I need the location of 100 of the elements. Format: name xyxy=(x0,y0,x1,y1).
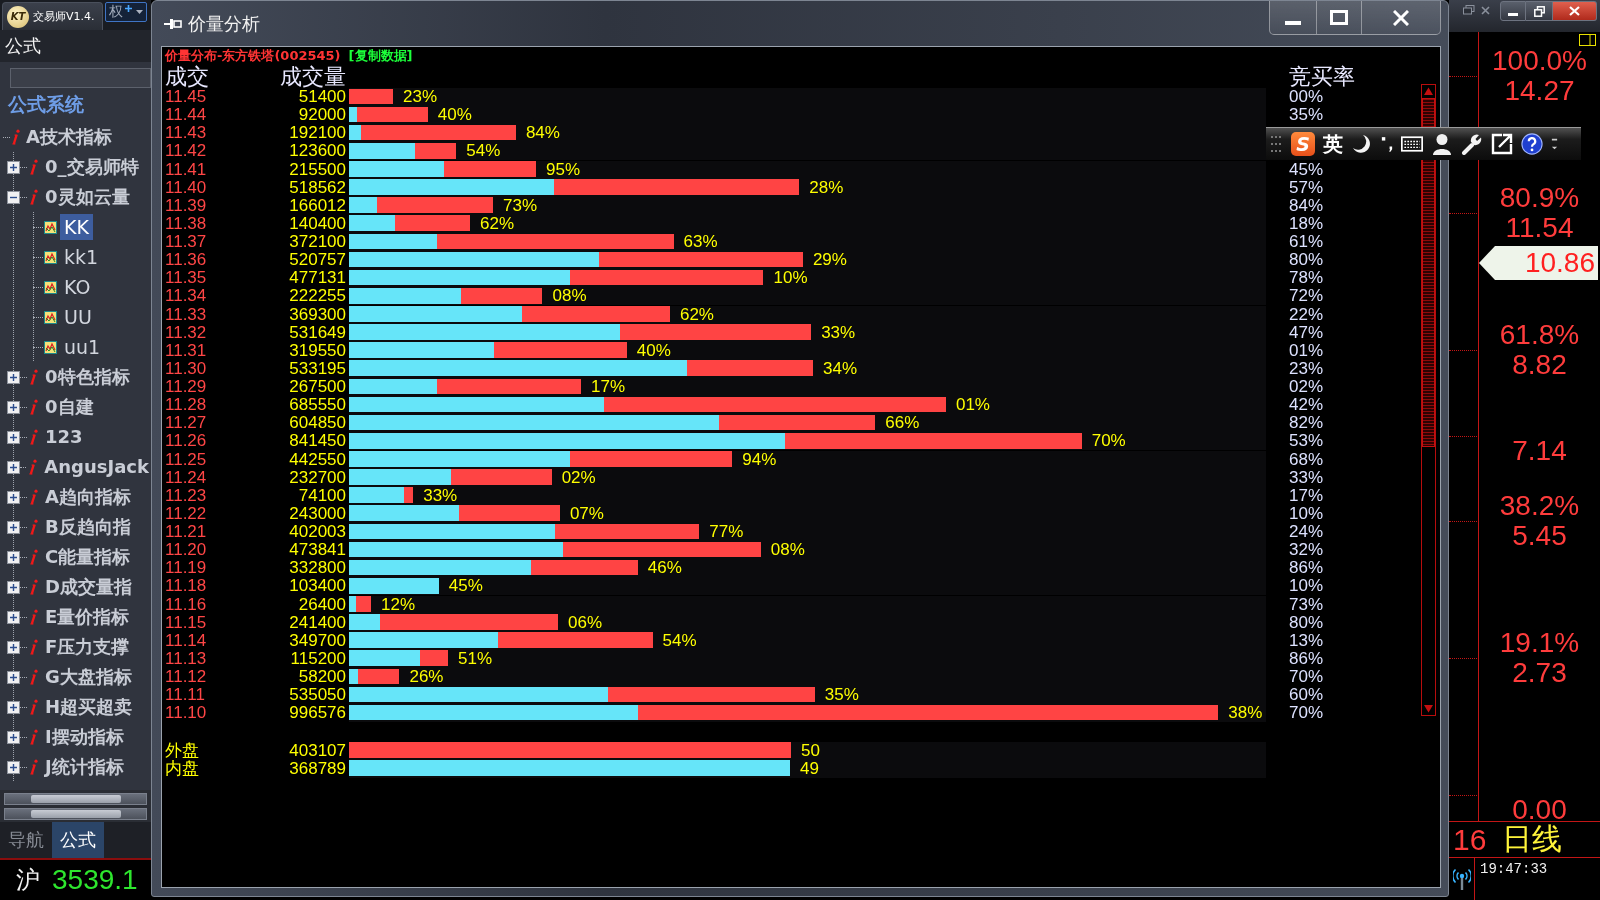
close-button[interactable] xyxy=(1553,1,1597,21)
input-mode-toggle[interactable]: 英 xyxy=(1323,132,1343,156)
pin-icon[interactable] xyxy=(164,18,182,30)
price-value: 11.24 xyxy=(165,467,207,487)
ratio-value: 78% xyxy=(1289,268,1324,288)
tree-item[interactable]: B反趋向指 xyxy=(43,514,133,540)
share-value: 77% xyxy=(709,523,744,541)
scroll-thumb[interactable] xyxy=(30,794,121,803)
horizontal-scrollbar[interactable] xyxy=(4,807,147,820)
layout-icon[interactable] xyxy=(1579,34,1596,46)
tree-item[interactable]: E量价指标 xyxy=(43,604,132,630)
scroll-thumb[interactable] xyxy=(1422,98,1435,447)
user-icon[interactable] xyxy=(1431,133,1453,155)
wrench-icon[interactable] xyxy=(1461,133,1483,155)
ratio-value: 10% xyxy=(1289,503,1324,523)
tree-item[interactable]: C能量指标 xyxy=(43,544,133,570)
share-value: 66% xyxy=(885,414,920,433)
plus-box-icon[interactable] xyxy=(7,520,20,534)
horizontal-scrollbar[interactable] xyxy=(4,792,147,805)
copy-data-link[interactable]: [复制数据] xyxy=(348,47,413,65)
plus-box-icon[interactable] xyxy=(7,430,20,444)
up-arrow-icon[interactable] xyxy=(1422,85,1435,98)
moon-icon[interactable] xyxy=(1351,133,1373,155)
tree-item[interactable]: D成交量指 xyxy=(43,574,134,600)
axis-price: 11.54 xyxy=(1505,212,1574,243)
rights-dropdown[interactable]: 权 xyxy=(105,2,147,22)
tree-item[interactable]: H超买超卖 xyxy=(43,694,135,720)
ratio-value: 10% xyxy=(1289,576,1324,596)
tree-item[interactable]: 0_交易师特 xyxy=(43,154,141,180)
share-value: 29% xyxy=(812,251,847,270)
app-tab[interactable]: KT 交易师V1.4. xyxy=(2,2,103,30)
plus-box-icon[interactable] xyxy=(7,400,20,414)
tree-item[interactable]: AngusJack xyxy=(42,454,151,480)
menu-arrow-icon[interactable] xyxy=(1551,137,1558,151)
price-value: 11.44 xyxy=(165,105,207,125)
share-value: 35% xyxy=(824,686,859,705)
price-value: 11.36 xyxy=(165,250,207,270)
plus-box-icon[interactable] xyxy=(7,700,20,714)
price-value: 11.28 xyxy=(165,395,207,415)
help-icon[interactable] xyxy=(1521,133,1543,155)
tree-item[interactable]: A趋向指标 xyxy=(43,484,133,510)
share-value: 49 xyxy=(800,759,819,778)
plus-box-icon[interactable] xyxy=(7,670,20,684)
keyboard-icon[interactable] xyxy=(1401,133,1423,155)
plus-box-icon[interactable] xyxy=(7,640,20,654)
price-value: 11.19 xyxy=(165,558,207,578)
tree-item[interactable]: 123 xyxy=(43,424,85,450)
maximize-button[interactable] xyxy=(1317,1,1362,35)
plus-box-icon[interactable] xyxy=(7,370,20,384)
tree-item[interactable]: uu1 xyxy=(60,334,105,360)
plus-box-icon[interactable] xyxy=(7,730,20,744)
minus-box-icon[interactable] xyxy=(7,190,20,204)
column-header: 成交量 xyxy=(280,64,346,89)
close-icon[interactable] xyxy=(1481,6,1490,15)
axis-price: 5.45 xyxy=(1512,520,1567,551)
punctuation-icon[interactable] xyxy=(1381,135,1393,153)
plus-box-icon[interactable] xyxy=(7,550,20,564)
tree-item[interactable]: F压力支撑 xyxy=(43,634,132,660)
share-value: 40% xyxy=(437,106,472,125)
vertical-scrollbar[interactable] xyxy=(1421,84,1436,716)
axis-percent: 80.9% xyxy=(1499,182,1580,213)
share-value: 51% xyxy=(458,649,493,668)
chart-icon xyxy=(44,250,57,264)
chart-icon xyxy=(44,340,57,354)
axis-percent: 100.0% xyxy=(1492,45,1587,76)
tree-item[interactable]: J统计指标 xyxy=(43,754,126,780)
price-value: 11.34 xyxy=(165,286,207,306)
tab[interactable]: 公式 xyxy=(52,822,104,858)
price-value: 11.32 xyxy=(165,322,207,342)
plus-box-icon[interactable] xyxy=(7,580,20,594)
minimize-button[interactable] xyxy=(1500,1,1526,21)
tree-item[interactable]: G大盘指标 xyxy=(43,664,134,690)
volume-value: 369300 xyxy=(289,304,346,324)
restore-icon[interactable] xyxy=(1463,5,1475,15)
ratio-value: 18% xyxy=(1289,213,1324,233)
volume-value: 26400 xyxy=(298,594,346,614)
down-arrow-icon[interactable] xyxy=(1422,702,1435,715)
tree-item[interactable]: 0自建 xyxy=(43,394,96,420)
search-field[interactable] xyxy=(10,68,151,88)
share-value: 07% xyxy=(569,504,604,523)
grip-icon[interactable] xyxy=(1271,135,1283,153)
restore-button[interactable] xyxy=(1526,1,1553,21)
tree-item[interactable]: kk1 xyxy=(60,244,103,270)
share-value: 95% xyxy=(546,160,581,179)
plus-box-icon[interactable] xyxy=(7,160,20,174)
plus-box-icon[interactable] xyxy=(7,610,20,624)
tree-item[interactable]: KO xyxy=(60,274,95,300)
ratio-value: 00% xyxy=(1289,87,1324,106)
tree-item[interactable]: KK xyxy=(60,214,93,240)
tree-item[interactable]: A技术指标 xyxy=(24,124,114,150)
tree-item[interactable]: 0特色指标 xyxy=(43,364,132,390)
tree-item[interactable]: UU xyxy=(60,304,96,330)
plus-box-icon[interactable] xyxy=(7,460,20,474)
scroll-thumb[interactable] xyxy=(30,809,121,818)
plus-box-icon[interactable] xyxy=(7,490,20,504)
tree-item[interactable]: I摆动指标 xyxy=(43,724,126,750)
plus-box-icon[interactable] xyxy=(7,760,20,774)
share-value: 54% xyxy=(466,142,501,161)
external-link-icon[interactable] xyxy=(1491,133,1513,155)
tree-item[interactable]: 0灵如云量 xyxy=(43,184,132,210)
